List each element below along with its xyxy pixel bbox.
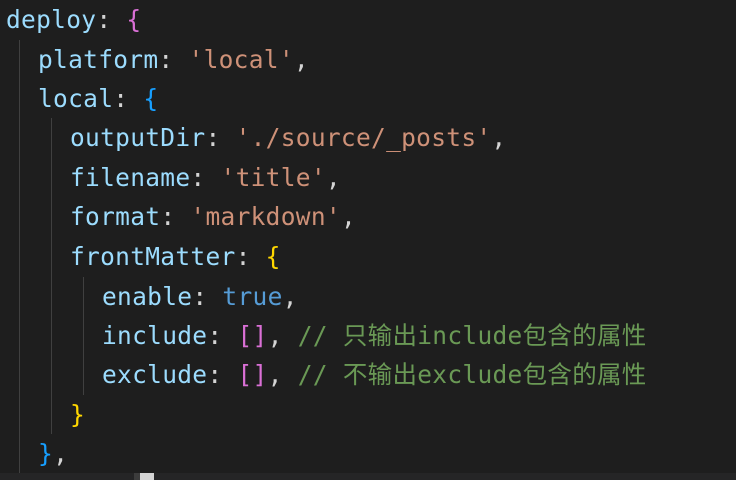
comma: , bbox=[325, 163, 341, 192]
horizontal-scrollbar[interactable] bbox=[0, 473, 736, 480]
brace-open: { bbox=[143, 84, 159, 113]
string-value: 'title' bbox=[220, 163, 326, 192]
colon: : bbox=[205, 123, 236, 152]
code-line-1[interactable]: deploy: { bbox=[6, 0, 141, 39]
string-value: './source/_posts' bbox=[235, 123, 492, 152]
brace-close: } bbox=[38, 439, 54, 468]
code-line-6[interactable]: format: 'markdown', bbox=[70, 197, 356, 236]
code-line-7[interactable]: frontMatter: { bbox=[70, 237, 281, 276]
indent-guide-level1 bbox=[19, 40, 20, 474]
code-editor[interactable]: deploy: { platform: 'local', local: { ou… bbox=[0, 0, 736, 480]
string-value: 'local' bbox=[188, 45, 294, 74]
property-frontMatter: frontMatter bbox=[70, 242, 236, 271]
comma: , bbox=[282, 282, 298, 311]
property-platform: platform bbox=[38, 45, 159, 74]
colon: : bbox=[96, 5, 127, 34]
code-line-2[interactable]: platform: 'local', bbox=[38, 40, 309, 79]
colon: : bbox=[235, 242, 266, 271]
code-line-9[interactable]: include: [], // 只输出include包含的属性 bbox=[102, 316, 647, 355]
property-exclude: exclude bbox=[102, 360, 208, 389]
code-line-12[interactable]: }, bbox=[38, 434, 68, 473]
line-comment: // 不输出exclude包含的属性 bbox=[297, 360, 647, 389]
code-line-3[interactable]: local: { bbox=[38, 79, 158, 118]
colon: : bbox=[190, 163, 221, 192]
comma: , bbox=[340, 202, 356, 231]
property-deploy: deploy bbox=[6, 5, 97, 34]
colon: : bbox=[113, 84, 144, 113]
colon: : bbox=[207, 321, 238, 350]
comma: , bbox=[491, 123, 507, 152]
property-outputDir: outputDir bbox=[70, 123, 206, 152]
colon: : bbox=[207, 360, 238, 389]
property-include: include bbox=[102, 321, 208, 350]
code-line-10[interactable]: exclude: [], // 不输出exclude包含的属性 bbox=[102, 355, 647, 394]
indent-guide-level2 bbox=[51, 118, 52, 434]
colon: : bbox=[158, 45, 189, 74]
comma: , bbox=[293, 45, 309, 74]
code-line-4[interactable]: outputDir: './source/_posts', bbox=[70, 118, 506, 157]
comma: , bbox=[267, 360, 298, 389]
code-line-5[interactable]: filename: 'title', bbox=[70, 158, 341, 197]
array-brackets: [] bbox=[237, 321, 268, 350]
colon: : bbox=[192, 282, 223, 311]
property-local: local bbox=[38, 84, 114, 113]
code-line-11[interactable]: } bbox=[70, 395, 85, 434]
colon: : bbox=[160, 202, 191, 231]
comma: , bbox=[53, 439, 69, 468]
property-format: format bbox=[70, 202, 161, 231]
code-line-8[interactable]: enable: true, bbox=[102, 277, 298, 316]
indent-guide-level3 bbox=[83, 277, 84, 395]
brace-close: } bbox=[70, 400, 86, 429]
property-filename: filename bbox=[70, 163, 191, 192]
property-enable: enable bbox=[102, 282, 193, 311]
brace-open: { bbox=[126, 5, 142, 34]
brace-open: { bbox=[265, 242, 281, 271]
text-cursor-block bbox=[134, 473, 154, 480]
boolean-value: true bbox=[222, 282, 283, 311]
line-comment: // 只输出include包含的属性 bbox=[297, 321, 647, 350]
comma: , bbox=[267, 321, 298, 350]
string-value: 'markdown' bbox=[190, 202, 341, 231]
array-brackets: [] bbox=[237, 360, 268, 389]
